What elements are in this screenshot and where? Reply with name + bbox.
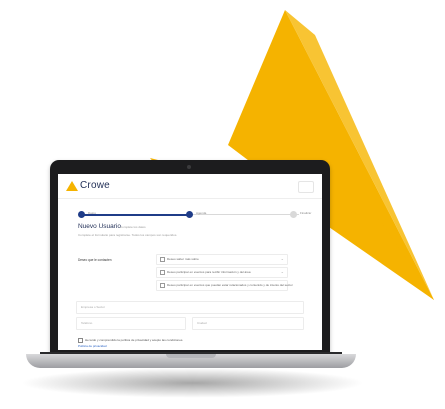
business-email-placeholder: Empresa o Sector — [81, 305, 106, 309]
step-label-1: Datos — [88, 211, 96, 215]
brand-name[interactable]: Crowe — [80, 180, 110, 191]
form-description: Complete el formulario para registrarse.… — [78, 233, 178, 237]
chevron-down-icon: ⌄ — [280, 256, 284, 261]
phone-field[interactable]: Teléfono — [76, 317, 186, 330]
laptop-lid: Crowe Datos Agenda Finalizar Nuevo Usuar… — [50, 160, 330, 356]
consent-checkbox[interactable] — [78, 338, 83, 343]
webcam — [187, 165, 191, 169]
crowe-logo-icon — [66, 181, 78, 191]
app-header: Crowe — [58, 174, 322, 199]
business-email-field[interactable]: Empresa o Sector — [76, 301, 304, 314]
chevron-down-icon: ⌄ — [280, 269, 284, 274]
option-1[interactable]: Deseo saber más sobre ⌄ — [156, 254, 288, 265]
step-dot-1[interactable] — [78, 211, 85, 218]
laptop-shadow — [20, 368, 365, 398]
step-dot-3[interactable] — [290, 211, 297, 218]
opening-notch — [166, 354, 216, 358]
step-label-3: Finalizar — [300, 211, 312, 215]
laptop-screen: Crowe Datos Agenda Finalizar Nuevo Usuar… — [58, 174, 322, 350]
step-dot-2[interactable] — [186, 211, 193, 218]
option-3[interactable]: Deseo participar en eventos que puedan e… — [156, 280, 293, 291]
city-field[interactable]: Ciudad — [192, 317, 304, 330]
menu-button[interactable] — [298, 181, 314, 193]
option-2-checkbox[interactable] — [160, 270, 165, 275]
option-1-label: Deseo saber más sobre — [167, 257, 199, 261]
step-label-2: Agenda — [196, 211, 207, 215]
page-title: Nuevo Usuario — [78, 223, 121, 230]
option-2-label: Deseo participar en eventos para recibir… — [167, 270, 251, 274]
page-subtitle: Complete los datos — [120, 225, 146, 229]
phone-placeholder: Teléfono — [81, 321, 93, 325]
laptop-base — [26, 354, 356, 368]
city-placeholder: Ciudad — [197, 321, 207, 325]
progress-stepper: Datos Agenda Finalizar — [78, 210, 311, 220]
option-1-checkbox[interactable] — [160, 257, 165, 262]
option-2[interactable]: Deseo participar en eventos para recibir… — [156, 267, 288, 278]
contact-prompt: Deseo que le contacten — [78, 258, 112, 262]
option-3-label: Deseo participar en eventos que puedan e… — [167, 283, 293, 287]
chevron-down-icon: ⌄ — [280, 282, 284, 287]
consent-label: He leído y comprendido la política de pr… — [85, 338, 184, 342]
progress-line-filled — [81, 214, 190, 216]
privacy-policy-link[interactable]: Política de privacidad — [78, 344, 107, 348]
option-3-checkbox[interactable] — [160, 283, 165, 288]
